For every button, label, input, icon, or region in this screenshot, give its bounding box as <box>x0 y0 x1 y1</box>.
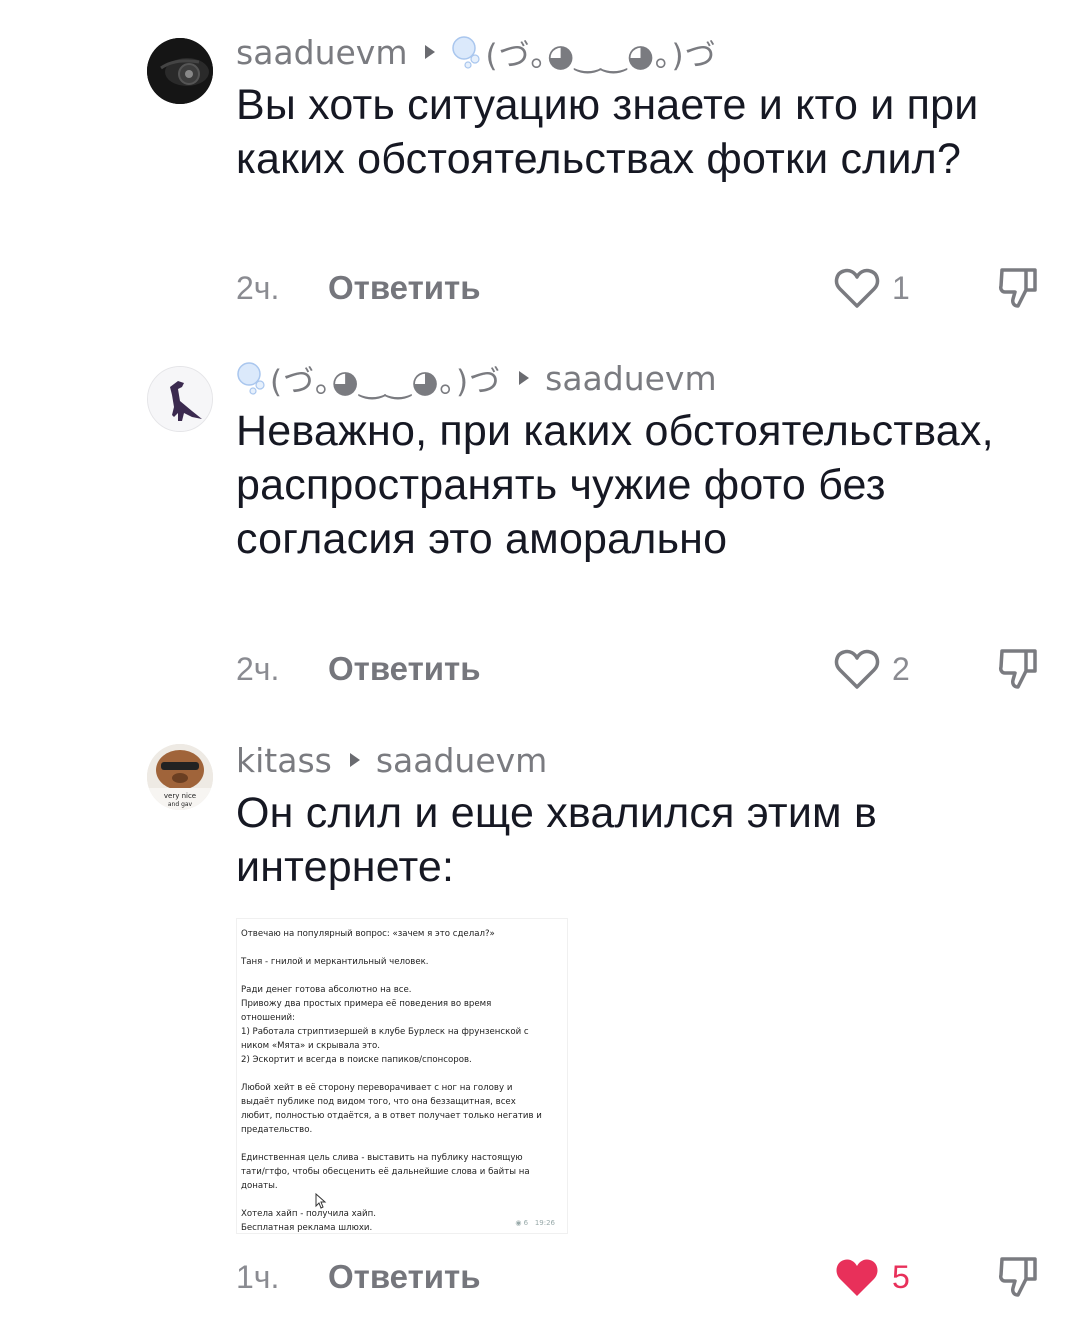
comment-footer: 2ч. Ответить 2 <box>236 644 1042 694</box>
like-count: 1 <box>892 269 910 306</box>
reply-button[interactable]: Ответить <box>328 269 481 307</box>
comment-header: kitass saaduevm <box>236 740 1036 780</box>
reply-arrow-icon <box>349 753 360 767</box>
avatar[interactable] <box>147 38 213 104</box>
comment-text: Он слил и еще хвалился этим в интернете: <box>236 789 877 891</box>
dog-avatar-icon: very nice and gav <box>147 744 213 810</box>
screenshot-blank-line <box>241 1137 563 1151</box>
screenshot-line: Любой хейт в её сторону переворачивает с… <box>241 1083 513 1093</box>
screenshot-line: Единственная цель слива - выставить на п… <box>241 1153 523 1163</box>
screenshot-line: Привожу два простых примера её поведения… <box>241 999 492 1009</box>
screenshot-line: тати/гтфо, чтобы обесценить её дальнейши… <box>241 1167 530 1177</box>
screenshot-line: Таня - гнилой и меркантильный человек. <box>241 957 429 967</box>
comment-author[interactable]: kitass <box>236 741 332 780</box>
screenshot-line: донаты. <box>241 1181 278 1191</box>
screenshot-line: Отвечаю на популярный вопрос: «зачем я э… <box>241 929 495 939</box>
comment-author[interactable]: saaduevm <box>236 33 407 72</box>
screenshot-line: отношений: <box>241 1013 295 1023</box>
heart-filled-icon <box>836 1259 878 1296</box>
reply-to-user[interactable]: (づ｡◕‿‿◕｡)づ <box>485 30 716 75</box>
attached-screenshot[interactable]: Отвечаю на популярный вопрос: «зачем я э… <box>236 918 568 1234</box>
post-time: 19:26 <box>534 1219 555 1227</box>
eye-icon: ◉ <box>515 1219 522 1227</box>
like-count: 2 <box>892 650 910 687</box>
screenshot-line: любит, полностью отдаётся, а в ответ пол… <box>241 1111 542 1121</box>
comment-text: Неважно, при каких обстоятельствах, расп… <box>236 407 994 563</box>
svg-text:very nice: very nice <box>164 792 196 800</box>
reply-to-user[interactable]: saaduevm <box>376 741 547 780</box>
comment-time: 1ч. <box>236 1258 280 1295</box>
screenshot-text: Отвечаю на популярный вопрос: «зачем я э… <box>241 927 563 1235</box>
reply-button[interactable]: Ответить <box>328 1258 481 1296</box>
bubbles-icon <box>236 361 266 395</box>
like-count: 5 <box>892 1258 910 1295</box>
comment-header: (づ｡◕‿‿◕｡)づ saaduevm <box>236 356 1036 401</box>
dislike-button[interactable] <box>998 644 1038 694</box>
mouse-cursor-icon <box>315 1193 327 1209</box>
thumbs-down-icon <box>999 1257 1037 1297</box>
screenshot-blank-line <box>241 941 563 955</box>
comment-text: Вы хоть ситуацию знаете и кто и при каки… <box>236 81 979 183</box>
comment-header: saaduevm (づ｡◕‿‿◕｡)づ <box>236 30 1036 75</box>
comment-footer: 1ч. Ответить 5 <box>236 1252 1042 1302</box>
svg-text:and gav: and gav <box>168 801 193 808</box>
like-button[interactable]: 1 <box>834 263 910 313</box>
screenshot-line: ником «Мята» и скрывала это. <box>241 1041 380 1051</box>
reply-arrow-icon <box>519 371 530 385</box>
dislike-button[interactable] <box>998 263 1038 313</box>
screenshot-meta: ◉ 6 19:26 <box>515 1219 555 1227</box>
like-button[interactable]: 2 <box>834 644 910 694</box>
comment-author[interactable]: (づ｡◕‿‿◕｡)づ <box>270 356 501 401</box>
screenshot-blank-line <box>241 969 563 983</box>
thumbs-down-icon <box>999 268 1037 308</box>
comment-footer: 2ч. Ответить 1 <box>236 263 1042 313</box>
avatar[interactable] <box>147 366 213 432</box>
bubbles-icon <box>451 35 481 69</box>
screenshot-line: 1) Работала стриптизершей в клубе Бурлес… <box>241 1027 529 1037</box>
thumbs-down-icon <box>999 649 1037 689</box>
dinosaur-avatar-icon <box>148 367 212 431</box>
screenshot-blank-line <box>241 1067 563 1081</box>
view-count: 6 <box>523 1219 529 1227</box>
car-avatar-icon <box>147 38 213 104</box>
reply-button[interactable]: Ответить <box>328 650 481 688</box>
screenshot-line: выдаёт публике под видом того, что она б… <box>241 1097 516 1107</box>
avatar[interactable]: very nice and gav <box>147 744 213 810</box>
reply-arrow-icon <box>425 45 436 59</box>
comment-time: 2ч. <box>236 650 280 687</box>
reply-to-user[interactable]: saaduevm <box>545 359 716 398</box>
comment-time: 2ч. <box>236 269 280 306</box>
heart-outline-icon <box>834 268 880 308</box>
screenshot-line: Ради денег готова абсолютно на все. <box>241 985 412 995</box>
heart-outline-icon <box>834 649 880 689</box>
screenshot-line: 2) Эскортит и всегда в поиске папиков/сп… <box>241 1055 472 1065</box>
like-button[interactable]: 5 <box>834 1252 910 1302</box>
screenshot-blank-line <box>241 1193 563 1207</box>
screenshot-line: предательство. <box>241 1125 313 1135</box>
dislike-button[interactable] <box>998 1252 1038 1302</box>
